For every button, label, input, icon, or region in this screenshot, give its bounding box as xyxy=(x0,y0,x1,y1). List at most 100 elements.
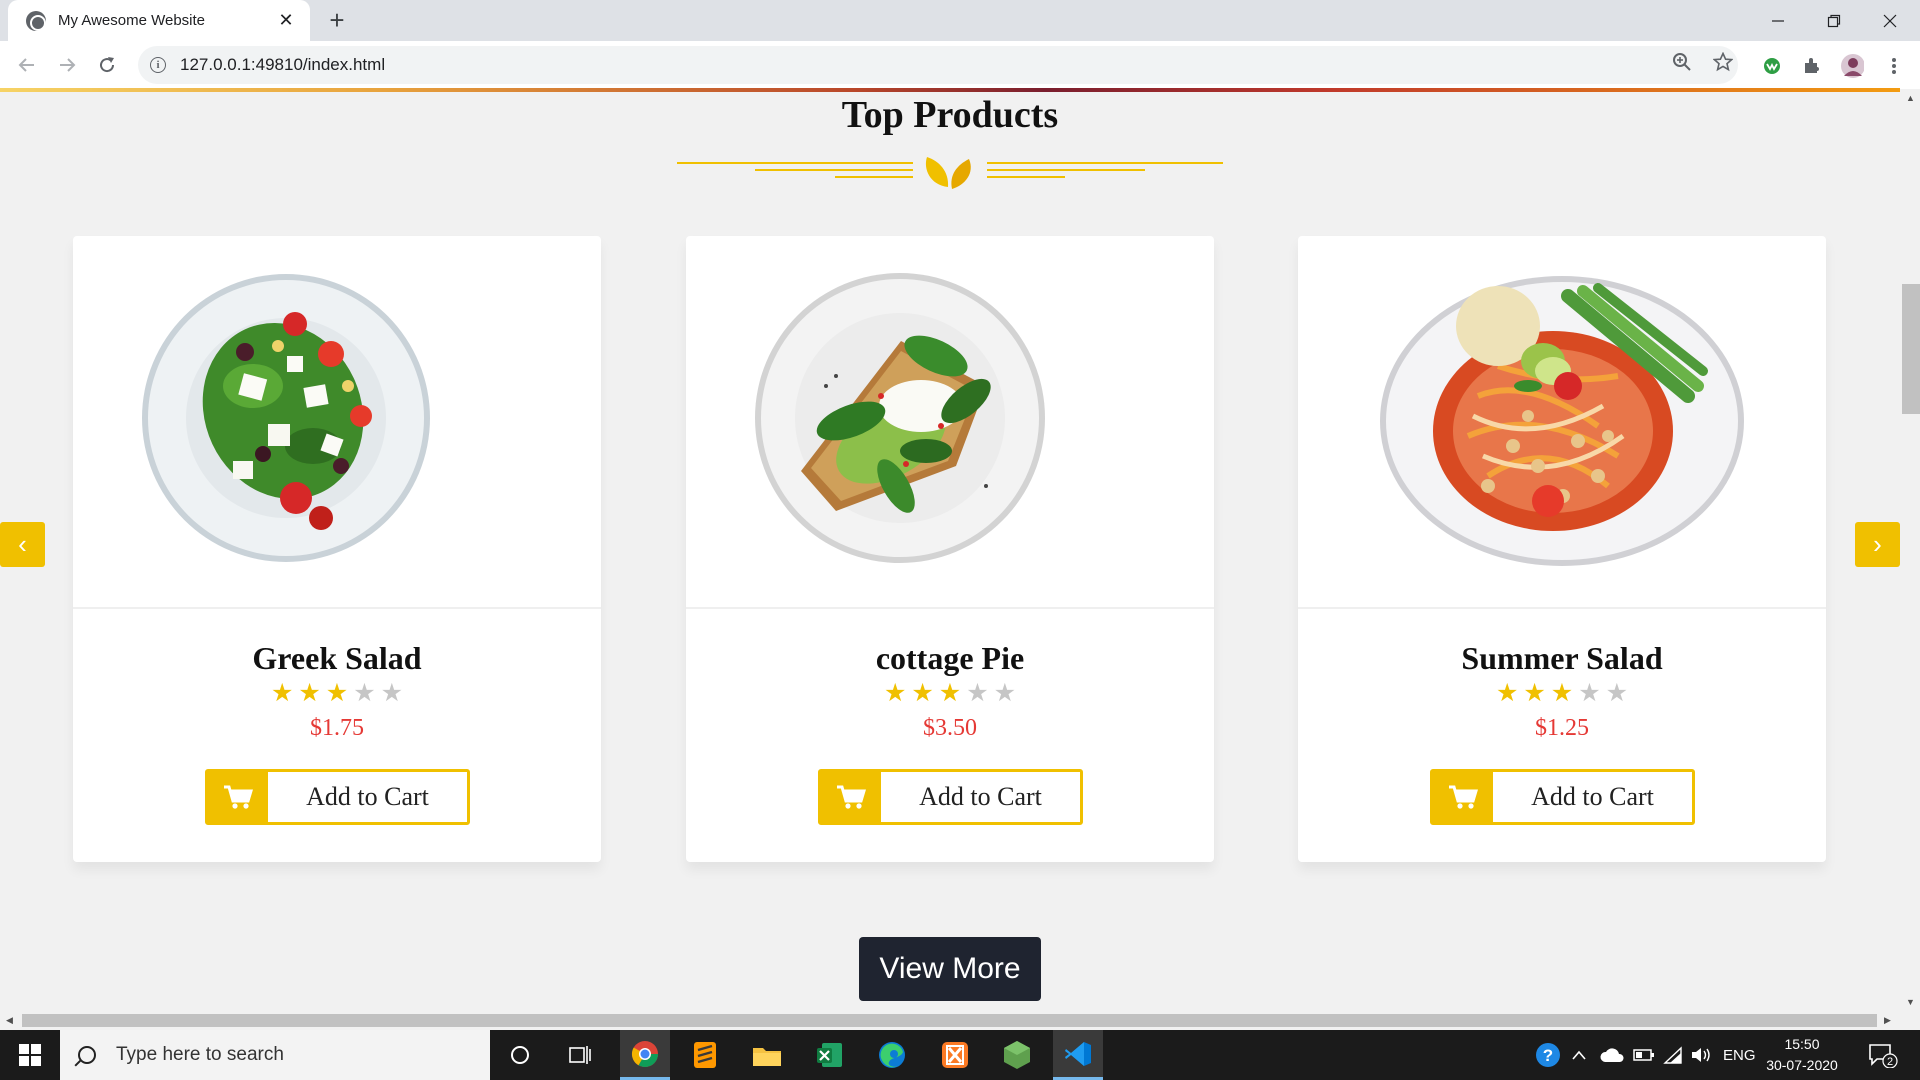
battery-icon[interactable] xyxy=(1633,1030,1655,1080)
windows-taskbar: Type here to search ? ENG 15:50 30-07-20… xyxy=(0,1030,1920,1080)
bookmark-star-icon[interactable] xyxy=(1711,50,1735,74)
edge-icon[interactable] xyxy=(867,1030,917,1080)
product-price: $1.75 xyxy=(310,715,364,741)
product-card: Greek Salad ★ ★ ★ ★ ★ $1.75 Add to Cart xyxy=(73,236,601,862)
volume-icon[interactable] xyxy=(1690,1030,1712,1080)
star-filled-icon: ★ xyxy=(883,679,907,707)
product-name: Greek Salad xyxy=(252,640,422,676)
add-to-cart-button[interactable]: Add to Cart xyxy=(1430,769,1695,825)
desktop-screen: My Awesome Website ✕ + i 127.0.0.1:49810… xyxy=(0,0,1920,1080)
chrome-menu-icon[interactable] xyxy=(1882,54,1906,78)
product-image-greek-salad[interactable] xyxy=(73,236,601,609)
star-empty-icon: ★ xyxy=(380,679,404,707)
close-tab-icon[interactable]: ✕ xyxy=(274,10,298,31)
vertical-scrollbar[interactable]: ▲ ▼ xyxy=(1902,89,1920,1012)
product-price: $3.50 xyxy=(923,715,977,741)
leaf-divider xyxy=(677,157,1223,189)
star-filled-icon: ★ xyxy=(1523,679,1546,707)
search-icon xyxy=(78,1046,96,1064)
product-rating: ★ ★ ★ ★ ★ xyxy=(73,678,601,708)
cortana-icon[interactable] xyxy=(495,1030,545,1080)
clock-time: 15:50 xyxy=(1784,1036,1820,1052)
sublime-text-icon[interactable] xyxy=(680,1030,730,1080)
notification-count: 2 xyxy=(1887,1056,1893,1068)
svg-text:?: ? xyxy=(1543,1046,1553,1065)
scroll-right-icon[interactable]: ▶ xyxy=(1884,1015,1891,1026)
help-icon[interactable]: ? xyxy=(1535,1030,1561,1080)
star-filled-icon: ★ xyxy=(1550,679,1574,707)
zoom-icon[interactable] xyxy=(1670,50,1694,74)
address-bar[interactable]: i 127.0.0.1:49810/index.html xyxy=(138,46,1738,84)
star-empty-icon: ★ xyxy=(1578,679,1601,707)
add-to-cart-label: Add to Cart xyxy=(1531,782,1654,811)
tab-title: My Awesome Website xyxy=(58,12,206,29)
nodejs-icon[interactable] xyxy=(992,1030,1042,1080)
star-filled-icon: ★ xyxy=(270,679,294,707)
window-close-icon[interactable] xyxy=(1862,0,1918,41)
product-image-cottage-pie[interactable] xyxy=(686,236,1214,609)
scroll-down-icon[interactable]: ▼ xyxy=(1906,997,1915,1007)
back-icon[interactable] xyxy=(12,50,42,80)
xampp-icon[interactable] xyxy=(930,1030,980,1080)
product-rating: ★ ★ ★ ★ ★ xyxy=(1298,678,1826,708)
system-clock[interactable]: 15:50 30-07-2020 xyxy=(1762,1034,1842,1076)
taskbar-search-input[interactable]: Type here to search xyxy=(60,1030,490,1080)
product-card: Summer Salad ★ ★ ★ ★ ★ $1.25 Add to Cart xyxy=(1298,236,1826,862)
product-name: Summer Salad xyxy=(1461,640,1663,676)
vscode-icon[interactable] xyxy=(1053,1030,1103,1080)
product-card: cottage Pie ★ ★ ★ ★ ★ $3.50 Add to Cart xyxy=(686,236,1214,862)
scroll-up-icon[interactable]: ▲ xyxy=(1906,93,1915,103)
header-accent-bar xyxy=(0,88,1900,92)
excel-icon[interactable] xyxy=(805,1030,855,1080)
vertical-scroll-thumb[interactable] xyxy=(1902,284,1920,414)
url-text[interactable]: 127.0.0.1:49810/index.html xyxy=(180,55,385,75)
cart-icon xyxy=(1433,772,1493,822)
horizontal-scrollbar[interactable]: ◀ ▶ xyxy=(0,1012,1920,1030)
site-info-icon[interactable]: i xyxy=(150,57,166,73)
browser-tab-strip: My Awesome Website ✕ + xyxy=(0,0,1920,41)
clock-date: 30-07-2020 xyxy=(1766,1057,1838,1073)
tray-expand-icon[interactable] xyxy=(1572,1030,1586,1080)
chrome-taskbar-icon[interactable] xyxy=(620,1030,670,1080)
page-viewport: Top Products ‹ › Greek Salad ★ ★ ★ ★ ★ $… xyxy=(0,89,1902,1012)
reload-icon[interactable] xyxy=(92,50,122,80)
add-to-cart-button[interactable]: Add to Cart xyxy=(818,769,1083,825)
carousel-prev-button[interactable]: ‹ xyxy=(0,522,45,567)
section-title: Top Products xyxy=(841,94,1059,136)
extension-green-icon[interactable] xyxy=(1760,54,1784,78)
add-to-cart-label: Add to Cart xyxy=(919,782,1042,811)
browser-toolbar: i 127.0.0.1:49810/index.html xyxy=(0,41,1920,89)
task-view-icon[interactable] xyxy=(555,1030,605,1080)
profile-avatar[interactable] xyxy=(1840,54,1864,78)
star-empty-icon: ★ xyxy=(353,679,376,707)
star-filled-icon: ★ xyxy=(325,679,349,707)
star-empty-icon: ★ xyxy=(1605,679,1629,707)
star-filled-icon: ★ xyxy=(911,679,934,707)
product-price: $1.25 xyxy=(1535,715,1589,741)
windows-start-icon[interactable] xyxy=(0,1030,60,1080)
language-indicator[interactable]: ENG xyxy=(1723,1030,1756,1080)
onedrive-icon[interactable] xyxy=(1600,1030,1624,1080)
view-more-button[interactable]: View More xyxy=(859,937,1041,1001)
wifi-icon[interactable] xyxy=(1663,1030,1683,1080)
minimize-icon[interactable] xyxy=(1750,0,1806,41)
restore-icon[interactable] xyxy=(1806,0,1862,41)
extensions-puzzle-icon[interactable] xyxy=(1800,54,1824,78)
product-name: cottage Pie xyxy=(875,640,1025,676)
file-explorer-icon[interactable] xyxy=(742,1030,792,1080)
star-empty-icon: ★ xyxy=(993,679,1017,707)
carousel-next-button[interactable]: › xyxy=(1855,522,1900,567)
new-tab-button[interactable]: + xyxy=(322,6,352,36)
browser-tab[interactable]: My Awesome Website ✕ xyxy=(8,0,310,41)
action-center-icon[interactable]: 2 xyxy=(1868,1030,1898,1080)
add-to-cart-button[interactable]: Add to Cart xyxy=(205,769,470,825)
product-image-summer-salad[interactable] xyxy=(1298,236,1826,609)
globe-icon xyxy=(26,10,46,31)
star-filled-icon: ★ xyxy=(938,679,962,707)
horizontal-scroll-thumb[interactable] xyxy=(22,1014,1877,1027)
forward-icon[interactable] xyxy=(52,50,82,80)
scroll-left-icon[interactable]: ◀ xyxy=(6,1015,13,1026)
cart-icon xyxy=(208,772,268,822)
star-filled-icon: ★ xyxy=(1495,679,1519,707)
star-empty-icon: ★ xyxy=(966,679,989,707)
